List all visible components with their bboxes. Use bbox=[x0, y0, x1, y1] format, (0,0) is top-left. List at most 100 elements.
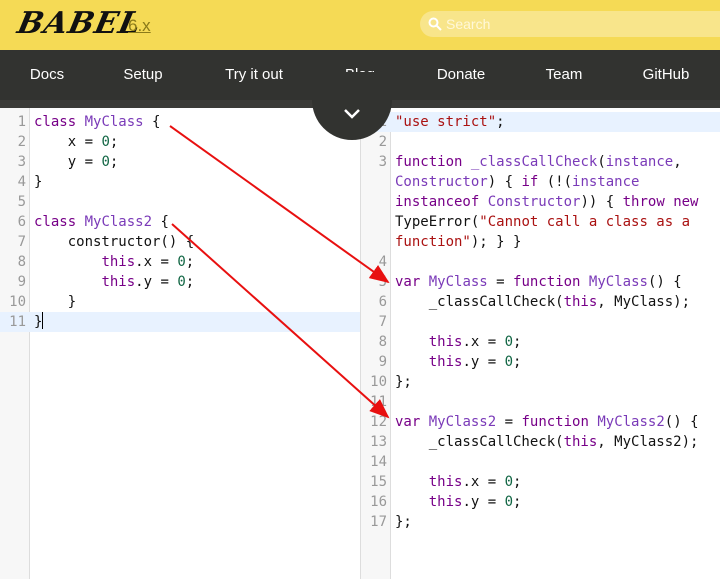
line-number: 12 bbox=[370, 414, 387, 430]
code-text: } bbox=[34, 294, 77, 310]
top-header-bar: BABEL 6.x bbox=[0, 0, 720, 50]
code-line: 4} bbox=[0, 172, 360, 192]
nav-setup[interactable]: Setup bbox=[123, 50, 162, 100]
line-number: 8 bbox=[17, 254, 26, 270]
line-number: 11 bbox=[370, 394, 387, 410]
code-text: this.x = 0; bbox=[428, 474, 522, 490]
code-text: this.x = 0; bbox=[101, 254, 195, 270]
line-number: 10 bbox=[9, 294, 26, 310]
nav-donate[interactable]: Donate bbox=[437, 50, 485, 100]
line-number: 8 bbox=[378, 334, 387, 350]
line-number: 5 bbox=[17, 194, 26, 210]
code-text: this.y = 0; bbox=[428, 354, 522, 370]
code-text: constructor() { bbox=[34, 234, 195, 250]
code-line: 9 this.y = 0; bbox=[0, 272, 360, 292]
code-line: 6 class MyClass2 { bbox=[0, 212, 360, 232]
code-line: 12 var MyClass2 = function MyClass2() { bbox=[361, 412, 720, 432]
line-number: 7 bbox=[378, 314, 387, 330]
line-number: 2 bbox=[17, 134, 26, 150]
code-text: function _classCallCheck(instance, bbox=[395, 154, 682, 170]
code-line: 17}; bbox=[361, 512, 720, 532]
code-text: var MyClass = function MyClass() { bbox=[395, 274, 682, 290]
code-line: 3 function _classCallCheck(instance, bbox=[361, 152, 720, 172]
code-line: 4 bbox=[361, 252, 720, 272]
code-line: 10}; bbox=[361, 372, 720, 392]
code-line: 3 y = 0; bbox=[0, 152, 360, 172]
code-line: instanceof Constructor)) { throw new bbox=[361, 192, 720, 212]
code-line: Constructor) { if (!(instance bbox=[361, 172, 720, 192]
search-box[interactable] bbox=[420, 11, 720, 37]
babel-logo[interactable]: BABEL bbox=[14, 6, 144, 41]
code-text: } bbox=[34, 312, 44, 330]
line-number: 17 bbox=[370, 514, 387, 530]
line-number: 4 bbox=[17, 174, 26, 190]
code-line: 8 this.x = 0; bbox=[0, 252, 360, 272]
input-editor[interactable]: 1 class MyClass { 2 x = 0; 3 y = 0; 4} 5 … bbox=[0, 108, 360, 579]
output-editor[interactable]: 1"use strict"; 2 3 function _classCallChe… bbox=[361, 108, 720, 579]
code-line: 15 this.x = 0; bbox=[361, 472, 720, 492]
text-cursor bbox=[42, 312, 44, 329]
line-number: 15 bbox=[370, 474, 387, 490]
code-text: }; bbox=[395, 374, 412, 390]
code-line: 16 this.y = 0; bbox=[361, 492, 720, 512]
line-number: 3 bbox=[17, 154, 26, 170]
code-text: class MyClass2 { bbox=[34, 214, 169, 230]
code-line-active: 11} bbox=[0, 312, 360, 332]
line-number: 5 bbox=[378, 274, 387, 290]
line-number: 1 bbox=[17, 114, 26, 130]
code-line: function"); } } bbox=[361, 232, 720, 252]
code-text: _classCallCheck(this, MyClass); bbox=[395, 294, 691, 310]
code-text: this.x = 0; bbox=[428, 334, 522, 350]
nav-docs[interactable]: Docs bbox=[30, 50, 64, 100]
line-number: 7 bbox=[17, 234, 26, 250]
chevron-down-icon bbox=[344, 109, 360, 119]
code-text: this.y = 0; bbox=[428, 494, 522, 510]
line-number: 16 bbox=[370, 494, 387, 510]
code-text: Constructor) { if (!(instance bbox=[395, 174, 640, 190]
code-line: 2 x = 0; bbox=[0, 132, 360, 152]
code-line: 9 this.y = 0; bbox=[361, 352, 720, 372]
code-text: function"); } } bbox=[395, 234, 522, 250]
code-text: _classCallCheck(this, MyClass2); bbox=[395, 434, 699, 450]
code-line: 11 bbox=[361, 392, 720, 412]
code-line: 1 class MyClass { bbox=[0, 112, 360, 132]
code-line: 5 bbox=[0, 192, 360, 212]
line-number: 4 bbox=[378, 254, 387, 270]
code-text: TypeError("Cannot call a class as a bbox=[395, 214, 691, 230]
search-icon bbox=[428, 17, 442, 31]
line-number: 14 bbox=[370, 454, 387, 470]
code-line: 7 constructor() { bbox=[0, 232, 360, 252]
code-line: 14 bbox=[361, 452, 720, 472]
code-line: 10 } bbox=[0, 292, 360, 312]
code-line: 2 bbox=[361, 132, 720, 152]
code-line: TypeError("Cannot call a class as a bbox=[361, 212, 720, 232]
line-number: 11 bbox=[9, 314, 26, 330]
code-text: y = 0; bbox=[34, 154, 119, 170]
code-text: class MyClass { bbox=[34, 114, 161, 130]
code-line: 5 var MyClass = function MyClass() { bbox=[361, 272, 720, 292]
line-number: 9 bbox=[378, 354, 387, 370]
line-number: 9 bbox=[17, 274, 26, 290]
search-input[interactable] bbox=[446, 11, 706, 37]
code-text: x = 0; bbox=[34, 134, 119, 150]
nav-github[interactable]: GitHub bbox=[643, 50, 690, 100]
code-text: "use strict"; bbox=[395, 114, 505, 130]
code-text: }; bbox=[395, 514, 412, 530]
line-number: 10 bbox=[370, 374, 387, 390]
code-text: } bbox=[34, 174, 43, 190]
code-line: 13 _classCallCheck(this, MyClass2); bbox=[361, 432, 720, 452]
nav-team[interactable]: Team bbox=[546, 50, 583, 100]
line-number: 6 bbox=[378, 294, 387, 310]
code-line: 6 _classCallCheck(this, MyClass); bbox=[361, 292, 720, 312]
version-link[interactable]: 6.x bbox=[128, 16, 151, 36]
code-line: 8 this.x = 0; bbox=[361, 332, 720, 352]
code-text: var MyClass2 = function MyClass2() { bbox=[395, 414, 699, 430]
line-number: 6 bbox=[17, 214, 26, 230]
line-number: 13 bbox=[370, 434, 387, 450]
nav-try-it-out[interactable]: Try it out bbox=[225, 50, 283, 100]
code-text: this.y = 0; bbox=[101, 274, 195, 290]
code-text: instanceof Constructor)) { throw new bbox=[395, 194, 699, 210]
code-line-active: 1"use strict"; bbox=[361, 112, 720, 132]
line-number: 3 bbox=[378, 154, 387, 170]
code-line: 7 bbox=[361, 312, 720, 332]
